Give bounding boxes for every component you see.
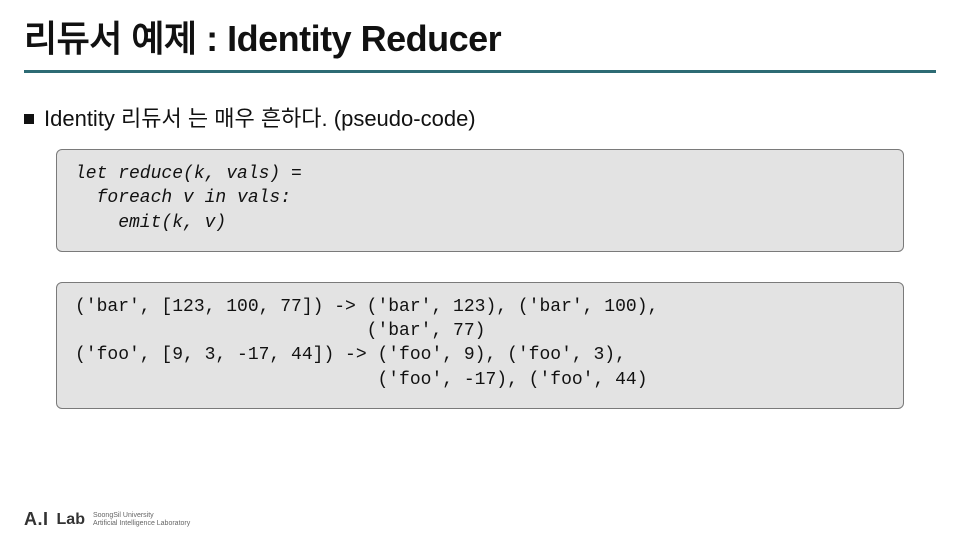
slide-title: 리듀서 예제 : Identity Reducer — [24, 10, 936, 68]
example-box: ('bar', [123, 100, 77]) -> ('bar', 123),… — [56, 282, 904, 409]
bullet-icon — [24, 114, 34, 124]
title-underline — [24, 70, 936, 73]
footer-lab: Lab — [57, 511, 85, 529]
footer-sub: SoongSil University Artificial Intellige… — [93, 512, 190, 527]
footer-sub-line1: SoongSil University — [93, 512, 154, 519]
title-wrap: 리듀서 예제 : Identity Reducer — [0, 0, 960, 79]
footer-sub-line2: Artificial Intelligence Laboratory — [93, 520, 190, 527]
pseudocode-box: let reduce(k, vals) = foreach v in vals:… — [56, 149, 904, 252]
subtitle-text: Identity 리듀서 는 매우 흔하다. (pseudo-code) — [44, 106, 476, 131]
subtitle-line: Identity 리듀서 는 매우 흔하다. (pseudo-code) — [0, 79, 960, 133]
footer-ai: A.I — [24, 509, 49, 530]
slide: 리듀서 예제 : Identity Reducer Identity 리듀서 는… — [0, 0, 960, 540]
footer: A.I Lab SoongSil University Artificial I… — [24, 509, 190, 530]
